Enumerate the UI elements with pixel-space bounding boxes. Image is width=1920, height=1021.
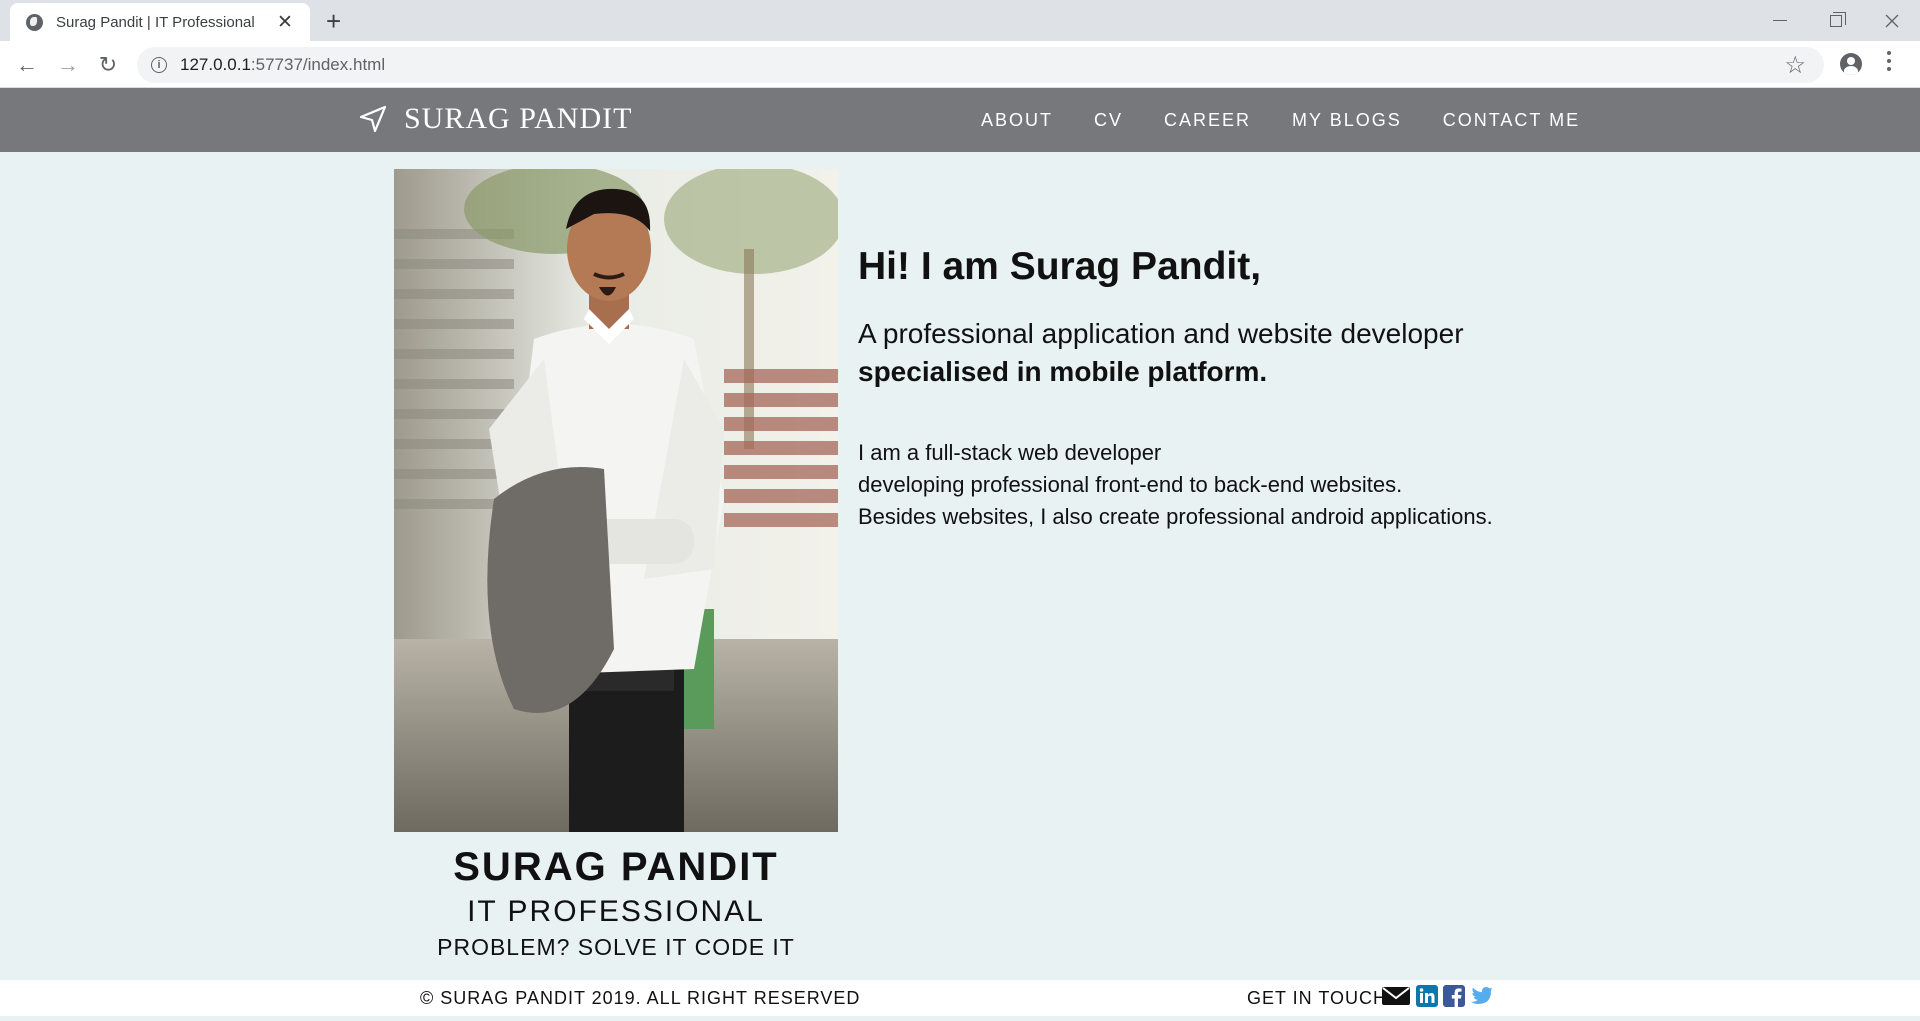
url-text[interactable]: 127.0.0.1:57737/index.html: [180, 55, 385, 75]
forward-button[interactable]: →: [53, 50, 83, 80]
profile-role: IT PROFESSIONAL: [467, 895, 765, 928]
intro-description-line: I am a full-stack web developer: [858, 440, 1162, 465]
globe-icon: [26, 13, 43, 31]
browser-menu-icon[interactable]: [1886, 51, 1892, 71]
browser-tab[interactable]: Surag Pandit | IT Professional ✕: [10, 3, 310, 41]
intro-subtitle-line2: specialised in mobile platform.: [858, 356, 1268, 387]
site-footer: © SURAG PANDIT 2019. ALL RIGHT RESERVED …: [0, 980, 1920, 1016]
nav-career[interactable]: CAREER: [1164, 110, 1251, 131]
nav-my-blogs[interactable]: MY BLOGS: [1292, 110, 1402, 131]
site-navbar: SURAG PANDIT ABOUT CV CAREER MY BLOGS CO…: [0, 88, 1920, 152]
intro-greeting: Hi! I am Surag Pandit,: [858, 245, 1262, 288]
copyright-text: © SURAG PANDIT 2019. ALL RIGHT RESERVED: [420, 988, 861, 1008]
address-bar[interactable]: i 127.0.0.1:57737/index.html ☆: [137, 47, 1824, 83]
page-bottom-strip: [0, 1016, 1920, 1021]
intro-description-line: Besides websites, I also create professi…: [858, 504, 1493, 529]
close-tab-icon[interactable]: ✕: [274, 11, 296, 34]
intro-description: I am a full-stack web developer developi…: [858, 437, 1493, 533]
intro-description-line: developing professional front-end to bac…: [858, 472, 1403, 497]
profile-name: SURAG PANDIT: [453, 845, 779, 889]
get-in-touch-label: GET IN TOUCH: [1247, 988, 1388, 1008]
nav-links: ABOUT CV CAREER MY BLOGS CONTACT ME: [981, 110, 1621, 131]
url-path: :57737/index.html: [250, 55, 386, 74]
linkedin-icon[interactable]: [1416, 985, 1438, 1007]
browser-toolbar: ← → ↻ i 127.0.0.1:57737/index.html ☆: [0, 41, 1920, 88]
new-tab-button[interactable]: +: [326, 6, 341, 37]
profile-photo: [394, 169, 838, 832]
intro-subtitle-line1: A professional application and website d…: [858, 318, 1464, 349]
nav-cv[interactable]: CV: [1094, 110, 1123, 131]
bookmark-star-icon[interactable]: ☆: [1784, 51, 1806, 80]
window-controls: [1752, 0, 1920, 41]
tab-title: Surag Pandit | IT Professional: [56, 13, 255, 31]
nav-about[interactable]: ABOUT: [981, 110, 1053, 131]
paper-plane-icon: [359, 105, 387, 133]
profile-tagline: PROBLEM? SOLVE IT CODE IT: [437, 934, 795, 960]
reload-button[interactable]: ↻: [93, 50, 123, 80]
nav-contact-me[interactable]: CONTACT ME: [1443, 110, 1580, 131]
info-icon[interactable]: i: [151, 57, 167, 73]
close-icon: [1885, 14, 1899, 27]
minimize-icon: [1773, 20, 1787, 21]
back-button[interactable]: ←: [12, 50, 42, 80]
restore-button[interactable]: [1808, 0, 1864, 41]
url-host: 127.0.0.1: [180, 55, 251, 74]
brand-name: SURAG PANDIT: [404, 102, 633, 135]
minimize-button[interactable]: [1752, 0, 1808, 41]
brand-link[interactable]: SURAG PANDIT: [358, 102, 632, 136]
profile-icon[interactable]: [1840, 53, 1862, 75]
social-links: [1381, 985, 1494, 1007]
twitter-icon[interactable]: [1470, 985, 1494, 1007]
close-window-button[interactable]: [1864, 0, 1920, 41]
restore-icon: [1830, 11, 1846, 27]
browser-tab-strip: Surag Pandit | IT Professional ✕ +: [0, 0, 1920, 41]
facebook-icon[interactable]: [1443, 985, 1465, 1007]
email-icon[interactable]: [1381, 985, 1411, 1007]
